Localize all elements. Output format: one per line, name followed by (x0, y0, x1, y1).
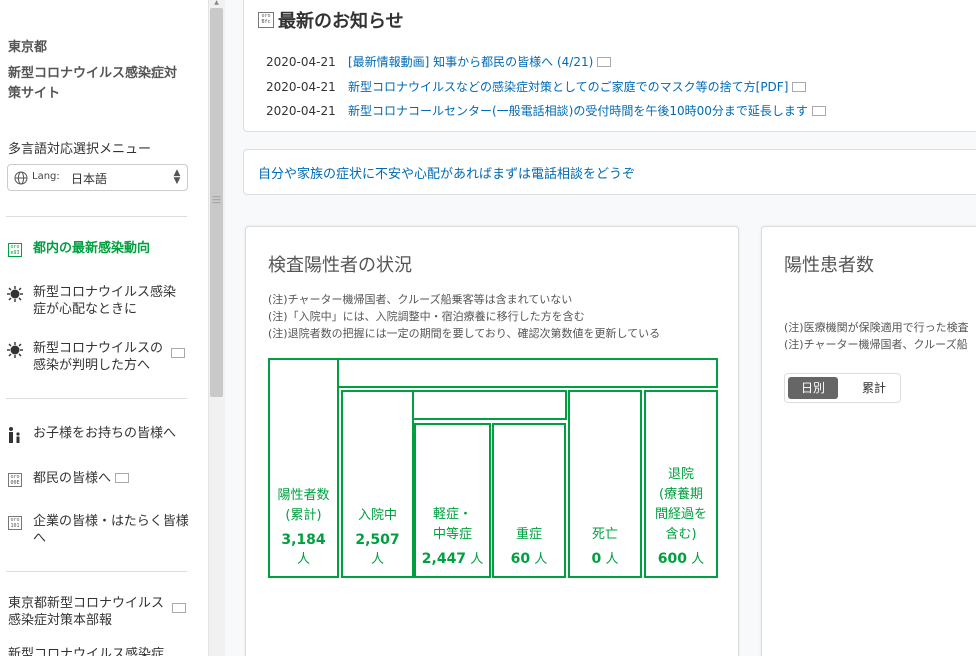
stat-value: 3,184 (281, 532, 326, 548)
card-note: (注)医療機関が保険適用で行った検査 (784, 321, 969, 334)
stat-label: 退院 (667, 467, 694, 482)
stat-unit: 人 (605, 552, 619, 567)
news-link[interactable]: 新型コロナウイルスなどの感染症対策としてのご家庭でのマスク等の捨て方[PDF] (348, 78, 788, 95)
positive-patients-card: 陽性患者数 (注)医療機関が保険適用で行った検査 (注)チャーター機帰国者、クル… (761, 226, 976, 656)
news-date: 2020-04-21 (266, 54, 336, 69)
news-item[interactable]: 2020-04-21 新型コロナコールセンター(一般電話相談)の受付時間を午後1… (266, 102, 826, 119)
sidebar-item-businesses[interactable]: oro 101 企業の皆様・はたらく皆様へ (6, 513, 196, 547)
divider (6, 398, 187, 399)
globe-icon (14, 171, 28, 185)
stat-label: 陽性者数 (277, 488, 330, 503)
sidebar-item-label: 都内の最新感染動向 (33, 241, 151, 256)
sidebar-item-label: 新型コロナウイルス感染症 (8, 647, 165, 656)
stat-label: 軽症・ (432, 507, 472, 522)
news-link[interactable]: [最新情報動画] 知事から都民の皆様へ (4/21) (348, 53, 593, 70)
stat-label: 間経過を (654, 507, 707, 522)
sidebar-item-label: 企業の皆様・はたらく皆様へ (33, 514, 189, 546)
stat-deaths: 死亡 0 人 (568, 390, 642, 578)
chart-icon: oro e93 (8, 243, 22, 257)
divider (6, 571, 187, 572)
divider (6, 216, 187, 217)
daily-cumulative-toggle[interactable]: 日別 累計 (784, 373, 901, 403)
sidebar: 東京都 新型コロナウイルス感染症対策サイト 多言語対応選択メニュー Lang: … (0, 0, 208, 656)
advice-card: 自分や家族の症状に不安や心配があればまずは電話相談をどうぞ (243, 149, 976, 195)
external-link-icon (792, 81, 807, 92)
language-prefix: Lang: (32, 171, 60, 182)
external-link-icon (171, 348, 185, 358)
sidebar-item-label: お子様をお持ちの皆様へ (33, 426, 177, 441)
stat-unit: 人 (470, 552, 484, 567)
stat-label: 重症 (515, 527, 542, 542)
news-card: oro Bfc 最新のお知らせ 2020-04-21 [最新情報動画] 知事から都… (243, 0, 976, 132)
sidebar-item-infected[interactable]: 新型コロナウイルスの感染が判明した方へ (6, 340, 196, 374)
sidebar-item-residents[interactable]: oro 00E 都民の皆様へ (6, 470, 196, 489)
stat-value: 2,447 (421, 551, 467, 567)
card-title: 検査陽性者の状況 (268, 255, 412, 276)
sidebar-item-label: 新型コロナウイルス感染症が心配なときに (33, 285, 177, 317)
phone-consult-link[interactable]: 自分や家族の症状に不安や心配があればまずは電話相談をどうぞ (258, 163, 635, 182)
document-icon: oro 00E (8, 473, 22, 487)
card-note: (注)「入院中」には、入院調整中・宿泊療養に移行した方を含む (268, 310, 585, 323)
chevron-up-down-icon: ▲ ▼ (173, 168, 181, 186)
stat-value: 60 (510, 551, 531, 567)
sidebar-item-label: 東京都新型コロナウイルス感染症対策本部報 (8, 596, 165, 628)
scroll-up-arrow-icon[interactable]: ▲ (211, 0, 222, 6)
toggle-cumulative-button[interactable]: 累計 (849, 377, 899, 399)
stat-positive-total: 陽性者数 (累計) 3,184 人 (268, 358, 339, 578)
language-value: 日本語 (71, 172, 108, 186)
stat-severe: 重症 60 人 (492, 423, 566, 578)
virus-icon (6, 341, 24, 359)
language-menu-label: 多言語対応選択メニュー (8, 142, 152, 157)
language-select[interactable]: Lang: 日本語 ▲ ▼ (7, 164, 188, 191)
external-link-icon (597, 56, 612, 67)
test-positive-status-card: 検査陽性者の状況 (注)チャーター機帰国者、クルーズ船乗客等は含まれていない (… (245, 226, 739, 656)
sidebar-item-label: 新型コロナウイルスの感染が判明した方へ (33, 341, 164, 373)
news-icon: oro Bfc (258, 12, 274, 28)
parent-child-icon (6, 426, 24, 444)
stat-label: 入院中 (357, 508, 397, 523)
stat-unit: 人 (296, 552, 310, 567)
news-heading: oro Bfc 最新のお知らせ (258, 7, 404, 33)
sidebar-item-label: 都民の皆様へ (33, 471, 112, 486)
stat-discharged: 退院 (療養期 間経過を 含む) 600 人 (644, 390, 718, 578)
news-title: 最新のお知らせ (278, 11, 404, 32)
stat-value: 0 (591, 551, 602, 567)
stat-unit: 人 (534, 552, 548, 567)
stat-label: 中等症 (432, 527, 472, 542)
news-date: 2020-04-21 (266, 103, 336, 118)
news-item[interactable]: 2020-04-21 新型コロナウイルスなどの感染症対策としてのご家庭でのマスク… (266, 78, 807, 95)
sidebar-item-parents[interactable]: お子様をお持ちの皆様へ (6, 425, 196, 444)
virus-icon (6, 285, 24, 303)
stat-value: 2,507 (355, 532, 400, 548)
stat-hospitalized: 入院中 2,507 人 (341, 390, 414, 578)
stat-mild-moderate: 軽症・ 中等症 2,447 人 (414, 423, 491, 578)
stat-label: (累計) (285, 508, 322, 523)
sidebar-item-hq-report[interactable]: 東京都新型コロナウイルス感染症対策本部報 (8, 595, 198, 629)
news-item[interactable]: 2020-04-21 [最新情報動画] 知事から都民の皆様へ (4/21) (266, 53, 612, 70)
external-link-icon (811, 105, 826, 116)
stat-value: 600 (657, 551, 688, 567)
stat-unit: 人 (370, 552, 384, 567)
stat-label: 死亡 (591, 527, 618, 542)
news-date: 2020-04-21 (266, 79, 336, 94)
stat-label: (療養期 (658, 487, 704, 502)
sidebar-item-latest-trends[interactable]: oro e93 都内の最新感染動向 (6, 240, 196, 259)
stat-label: 含む) (665, 527, 697, 542)
external-link-icon (172, 603, 186, 613)
card-note: (注)チャーター機帰国者、クルーズ船 (784, 338, 968, 351)
card-note: (注)チャーター機帰国者、クルーズ船乗客等は含まれていない (268, 293, 573, 306)
site-org-name[interactable]: 東京都 (8, 36, 47, 55)
sidebar-item-worried[interactable]: 新型コロナウイルス感染症が心配なときに (6, 284, 196, 318)
scrollbar-grip-icon: — — — (212, 192, 221, 208)
toggle-daily-button[interactable]: 日別 (788, 377, 838, 399)
site-title[interactable]: 新型コロナウイルス感染症対策サイト (8, 64, 178, 104)
card-title: 陽性患者数 (784, 255, 874, 276)
card-note: (注)退院者数の把握には一定の期間を要しており、確認次第数値を更新している (268, 327, 661, 340)
news-link[interactable]: 新型コロナコールセンター(一般電話相談)の受付時間を午後10時00分まで延長しま… (348, 102, 808, 119)
sidebar-item-more[interactable]: 新型コロナウイルス感染症 (8, 646, 198, 656)
stat-unit: 人 (691, 552, 705, 567)
external-link-icon (115, 473, 130, 483)
document-icon: oro 101 (8, 516, 22, 530)
